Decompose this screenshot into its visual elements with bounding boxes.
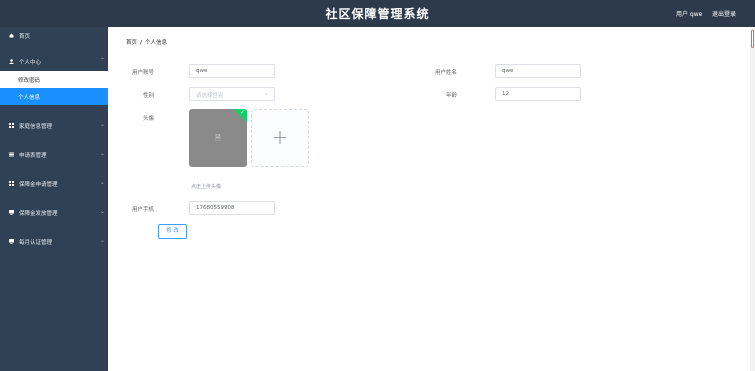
age-label: 年龄 [445,93,457,99]
chevron-down-icon: ⌄ [100,121,106,128]
user-icon [9,59,14,64]
logout-link[interactable]: 退出登录 [712,9,736,18]
sidebar-item-personal-center[interactable]: 个人中心 ⌃ [0,53,108,71]
avatar-label: 头像 [142,116,154,122]
chevron-down-icon: ⌄ [100,179,106,186]
sidebar-item-label: 家庭信息管理 [19,124,53,130]
file-icon: 🗎 [215,134,221,142]
grid-icon [9,123,14,128]
plus-icon: + [271,125,289,149]
gender-label: 性别 [142,93,154,99]
sidebar-item-label: 个人信息 [18,95,41,101]
chevron-down-icon: ⌄ [263,90,269,97]
sidebar-item-label: 修改密码 [18,78,41,84]
list-icon [9,152,14,157]
account-label: 用户账号 [131,70,154,76]
sidebar-item-household[interactable]: 家庭信息管理 ⌄ [0,117,108,135]
breadcrumb: 首页 / 个人信息 [126,38,167,46]
age-input[interactable]: 12 [495,87,581,101]
chevron-up-icon: ⌃ [100,57,106,64]
breadcrumb-separator: / [140,40,143,46]
monitor-icon [9,239,14,244]
phone-label: 用户手机 [131,207,154,213]
sidebar-item-label: 保障金发放管理 [19,211,58,217]
sidebar-item-guarantee-payment[interactable]: 保障金发放管理 ⌄ [0,204,108,222]
gender-placeholder: 请选择性别 [196,93,224,99]
submit-button[interactable]: 修 改 [158,224,187,239]
scrollbar-thumb[interactable] [751,30,754,48]
sidebar-item-application[interactable]: 申请表管理 ⌄ [0,146,108,164]
chevron-down-icon: ⌄ [100,208,106,215]
breadcrumb-current: 个人信息 [145,40,168,46]
upload-hint: 点击上传头像 [191,184,222,190]
chevron-down-icon: ⌄ [100,150,106,157]
sidebar-item-personal-info[interactable]: 个人信息 [0,88,108,105]
chevron-down-icon: ⌄ [100,237,106,244]
top-header: 社区保障管理系统 用户 qwe 退出登录 [0,0,755,27]
sidebar-item-label: 个人中心 [19,60,42,66]
scrollbar[interactable] [750,28,755,371]
sidebar-item-label: 首页 [19,34,31,40]
sidebar-item-label: 每月认证管理 [19,240,53,246]
gender-select[interactable]: 请选择性别 ⌄ [189,87,275,101]
breadcrumb-home[interactable]: 首页 [126,40,137,46]
app-title: 社区保障管理系统 [325,7,430,21]
name-input[interactable]: qwe [495,64,581,78]
current-user: 用户 qwe [676,11,703,18]
sidebar-item-label: 申请表管理 [19,153,47,159]
sidebar-item-monthly-cert[interactable]: 每月认证管理 ⌄ [0,233,108,251]
sidebar-item-change-password[interactable]: 修改密码 [0,71,108,88]
phone-input[interactable]: 17680559908 [189,201,275,215]
monitor-icon [9,210,14,215]
avatar-upload-button[interactable]: + [251,109,309,167]
sidebar-item-guarantee-application[interactable]: 保障金申请管理 ⌄ [0,175,108,193]
avatar-preview[interactable]: ✓ 🗎 [189,109,247,167]
name-label: 用户姓名 [434,70,457,76]
sidebar-item-home[interactable]: 首页 [0,27,108,45]
grid-icon [9,181,14,186]
home-icon [9,33,14,38]
sidebar: 首页 个人中心 ⌃ 修改密码 个人信息 家庭信息管理 ⌄ 申请表管理 ⌄ 保障金… [0,27,108,371]
sidebar-item-label: 保障金申请管理 [19,182,58,188]
account-input[interactable]: qwe [189,64,275,78]
check-icon: ✓ [239,109,245,116]
